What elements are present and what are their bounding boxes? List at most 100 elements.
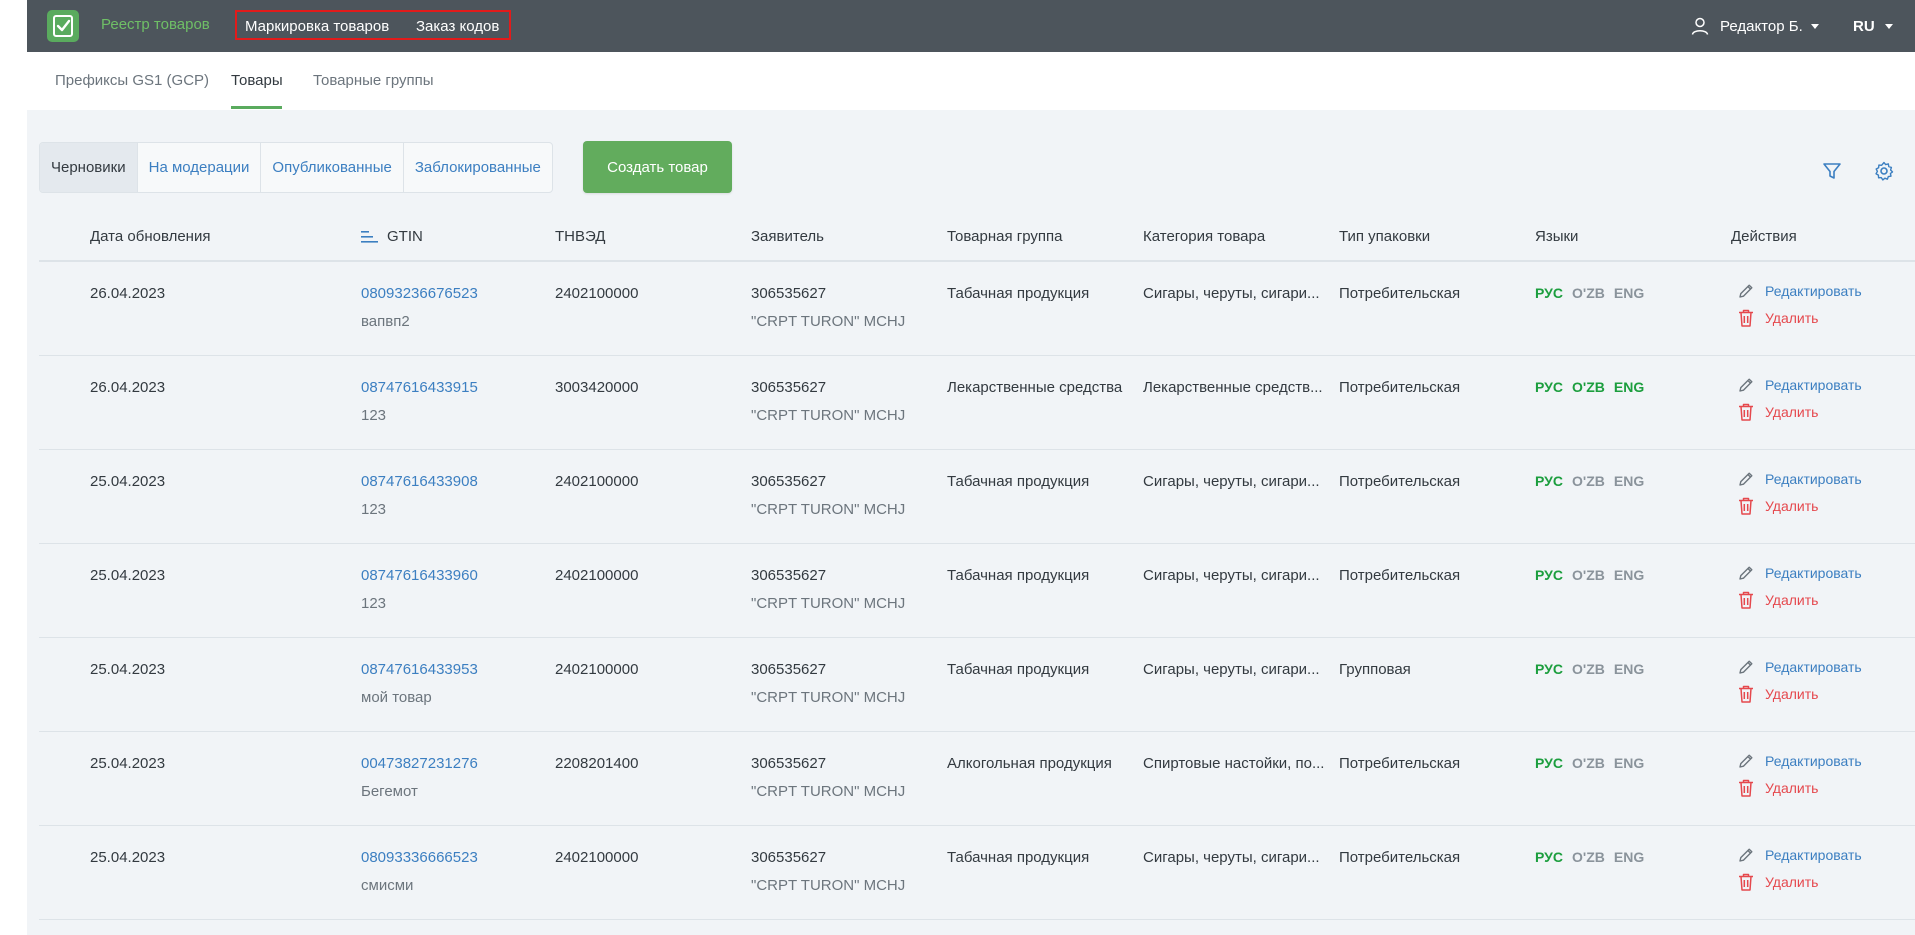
col-product-group[interactable]: Товарная группа	[947, 228, 1062, 245]
row-company: "CRPT TURON" MCHJ	[751, 783, 906, 800]
top-nav-highlight: Маркировка товаров Заказ кодов	[235, 10, 511, 40]
row-date: 25.04.2023	[90, 661, 166, 678]
row-company: "CRPT TURON" MCHJ	[751, 689, 906, 706]
edit-button[interactable]: Редактировать	[1737, 658, 1862, 676]
trash-icon	[1739, 309, 1753, 327]
user-name: Редактор Б.	[1720, 17, 1803, 35]
trash-icon	[1739, 779, 1753, 797]
status-moderation[interactable]: На модерации	[136, 143, 261, 192]
col-category[interactable]: Категория товара	[1143, 228, 1265, 245]
col-applicant[interactable]: Заявитель	[751, 228, 824, 245]
row-category: Лекарственные средств...	[1143, 379, 1323, 396]
col-languages: Языки	[1535, 228, 1579, 245]
tab-products[interactable]: Товары	[231, 72, 283, 89]
row-gtin-link[interactable]: 08747616433960	[361, 567, 478, 584]
status-drafts[interactable]: Черновики	[40, 143, 137, 192]
row-category: Сигары, черуты, сигари...	[1143, 661, 1320, 678]
chevron-down-icon	[1884, 23, 1893, 29]
col-date[interactable]: Дата обновления	[90, 228, 210, 245]
row-gtin-link[interactable]: 08747616433915	[361, 379, 478, 396]
row-gtin-link[interactable]: 08747616433953	[361, 661, 478, 678]
col-tnved[interactable]: ТНВЭД	[555, 228, 605, 245]
edit-button[interactable]: Редактировать	[1737, 846, 1862, 864]
status-blocked[interactable]: Заблокированные	[402, 143, 552, 192]
col-gtin[interactable]: GTIN	[387, 228, 423, 245]
row-product-name: 123	[361, 595, 387, 612]
row-product-name: Бегемот	[361, 783, 418, 800]
row-tnved: 2402100000	[555, 661, 639, 678]
row-date: 26.04.2023	[90, 379, 166, 396]
tab-gs1-prefixes[interactable]: Префиксы GS1 (GCP)	[55, 72, 209, 89]
row-gtin-link[interactable]: 00473827231276	[361, 755, 478, 772]
row-tnved: 2208201400	[555, 755, 639, 772]
nav-marking[interactable]: Маркировка товаров	[245, 18, 389, 35]
edit-button[interactable]: Редактировать	[1737, 564, 1862, 582]
pencil-icon	[1739, 378, 1753, 392]
delete-button[interactable]: Удалить	[1737, 590, 1818, 610]
language-tag: O'ZB	[1571, 849, 1605, 865]
table-row: 26.04.2023 08747616433915 123 3003420000 306…	[39, 356, 1915, 450]
language-tag: ENG	[1613, 849, 1645, 865]
pencil-icon	[1739, 754, 1753, 768]
gear-icon[interactable]	[1873, 160, 1895, 182]
row-package-type: Потребительская	[1339, 849, 1461, 866]
delete-button[interactable]: Удалить	[1737, 778, 1818, 798]
delete-button[interactable]: Удалить	[1737, 684, 1818, 704]
nav-code-orders[interactable]: Заказ кодов	[416, 18, 499, 35]
language-tag: ENG	[1613, 379, 1645, 395]
delete-button[interactable]: Удалить	[1737, 308, 1818, 328]
trash-icon	[1739, 403, 1753, 421]
row-tnved: 3003420000	[555, 379, 639, 396]
language-tag: O'ZB	[1571, 567, 1605, 583]
delete-button[interactable]: Удалить	[1737, 402, 1818, 422]
app-title-link[interactable]: Реестр товаров	[101, 16, 210, 33]
sort-icon[interactable]	[361, 230, 379, 244]
status-published[interactable]: Опубликованные	[260, 143, 402, 192]
language-tag: O'ZB	[1571, 285, 1605, 301]
row-product-group: Табачная продукция	[947, 567, 1090, 584]
row-product-group: Табачная продукция	[947, 661, 1090, 678]
delete-label: Удалить	[1765, 686, 1819, 702]
row-gtin-link[interactable]: 08747616433908	[361, 473, 478, 490]
edit-label: Редактировать	[1765, 377, 1862, 393]
row-product-group: Лекарственные средства	[947, 379, 1123, 396]
edit-button[interactable]: Редактировать	[1737, 376, 1862, 394]
delete-label: Удалить	[1765, 404, 1819, 420]
row-languages: РУС O'ZB ENG	[1535, 755, 1653, 771]
row-gtin-link[interactable]: 08093236676523	[361, 285, 478, 302]
create-product-button[interactable]: Создать товар	[583, 141, 732, 193]
col-package-type[interactable]: Тип упаковки	[1339, 228, 1430, 245]
row-product-name: 123	[361, 407, 387, 424]
row-date: 26.04.2023	[90, 285, 166, 302]
language-tag: РУС	[1535, 755, 1563, 771]
delete-button[interactable]: Удалить	[1737, 872, 1818, 892]
trash-icon	[1739, 873, 1753, 891]
edit-label: Редактировать	[1765, 565, 1862, 581]
row-product-name: 123	[361, 501, 387, 518]
language-tag: РУС	[1535, 661, 1563, 677]
table-row: 25.04.2023 08747616433908 123 2402100000 306…	[39, 450, 1915, 544]
language-tag: РУС	[1535, 473, 1563, 489]
row-tnved: 2402100000	[555, 849, 639, 866]
filter-icon[interactable]	[1821, 160, 1843, 182]
edit-label: Редактировать	[1765, 471, 1862, 487]
row-product-group: Табачная продукция	[947, 849, 1090, 866]
row-gtin-link[interactable]: 08093336666523	[361, 849, 478, 866]
col-actions: Действия	[1731, 228, 1797, 245]
language-code: RU	[1853, 17, 1875, 35]
row-inn: 306535627	[751, 661, 827, 678]
row-category: Сигары, черуты, сигари...	[1143, 473, 1320, 490]
language-select[interactable]: RU	[1853, 14, 1893, 38]
row-product-name: смисми	[361, 877, 414, 894]
edit-button[interactable]: Редактировать	[1737, 752, 1862, 770]
row-date: 25.04.2023	[90, 567, 166, 584]
checklist-icon[interactable]	[47, 10, 79, 42]
edit-button[interactable]: Редактировать	[1737, 282, 1862, 300]
edit-button[interactable]: Редактировать	[1737, 470, 1862, 488]
row-package-type: Потребительская	[1339, 473, 1461, 490]
row-date: 25.04.2023	[90, 755, 166, 772]
user-menu[interactable]: Редактор Б.	[1690, 14, 1819, 38]
table-header: Дата обновления GTIN ТНВЭД Заявитель Тов…	[39, 222, 1915, 262]
delete-button[interactable]: Удалить	[1737, 496, 1818, 516]
tab-product-groups[interactable]: Товарные группы	[313, 72, 434, 89]
